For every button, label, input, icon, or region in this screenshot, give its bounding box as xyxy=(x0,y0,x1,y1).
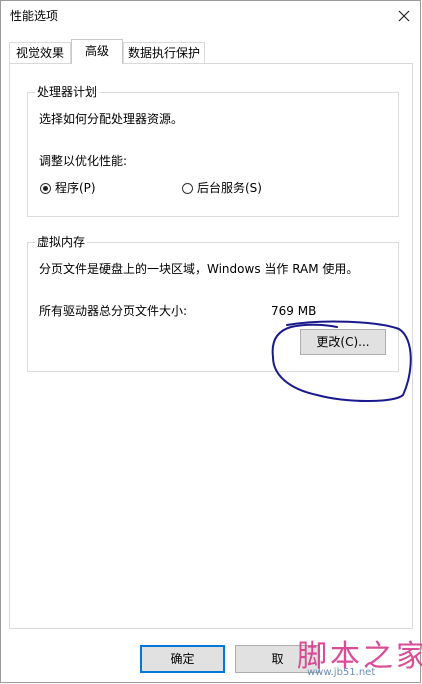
total-paging-file-value: 769 MB xyxy=(271,304,317,318)
total-paging-file-label: 所有驱动器总分页文件大小: xyxy=(39,304,188,318)
performance-options-dialog: 性能选项 视觉效果 高级 数据执行保护 处理器计划 选择如何分配处理器资源。 调… xyxy=(0,0,422,683)
tab-advanced[interactable]: 高级 xyxy=(71,39,123,64)
radio-programs-label: 程序(P) xyxy=(55,181,96,195)
tab-data-execution-prevention[interactable]: 数据执行保护 xyxy=(123,42,205,63)
change-button[interactable]: 更改(C)... xyxy=(300,329,386,355)
virtual-memory-description: 分页文件是硬盘上的一块区域，Windows 当作 RAM 使用。 xyxy=(39,262,359,276)
radio-programs-indicator[interactable] xyxy=(40,182,51,194)
virtual-memory-title: 虚拟内存 xyxy=(35,235,88,249)
radio-background-services-label: 后台服务(S) xyxy=(197,181,262,195)
radio-programs[interactable]: 程序(P) xyxy=(40,181,96,195)
ok-button[interactable]: 确定 xyxy=(140,645,225,673)
processor-scheduling-title: 处理器计划 xyxy=(35,85,100,99)
cancel-button[interactable]: 取 xyxy=(235,645,320,673)
tab-visual-effects[interactable]: 视觉效果 xyxy=(9,42,71,63)
radio-background-services-indicator[interactable] xyxy=(182,182,193,194)
close-icon[interactable] xyxy=(388,1,420,31)
window-title: 性能选项 xyxy=(10,9,59,23)
processor-description: 选择如何分配处理器资源。 xyxy=(39,112,184,126)
radio-background-services[interactable]: 后台服务(S) xyxy=(182,181,262,195)
adjust-for-label: 调整以优化性能: xyxy=(39,154,128,168)
title-bar: 性能选项 xyxy=(1,1,420,31)
